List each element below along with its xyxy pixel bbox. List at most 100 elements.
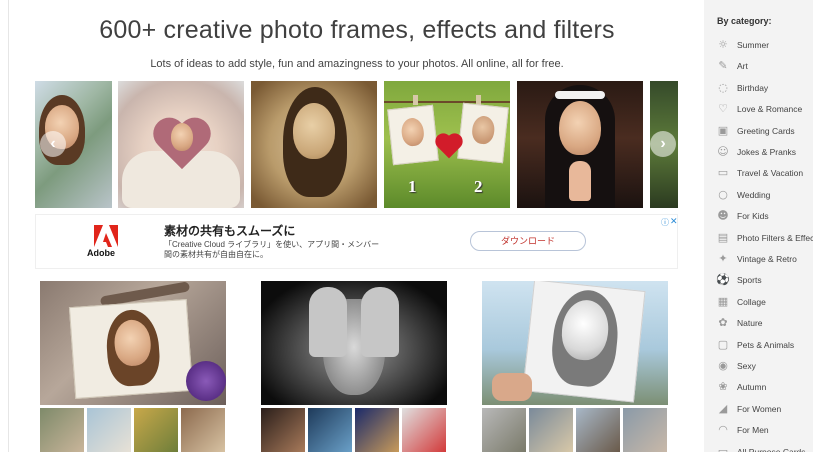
ad-close-icon[interactable]: ✕ [670, 216, 678, 227]
praying-hands [569, 161, 591, 201]
sidebar-item-for-men[interactable]: ◠ For Men [704, 420, 813, 440]
sidebar-item-summer[interactable]: ☼ Summer [704, 35, 813, 55]
photo-frame [68, 298, 194, 400]
portrait-face [400, 116, 426, 148]
photo-card-left [387, 104, 439, 166]
effect-card-hands[interactable] [261, 281, 447, 452]
ad-info-icon[interactable]: ⓘ [661, 217, 669, 228]
thumbnail[interactable] [402, 408, 446, 452]
carousel-slide-clothespin[interactable]: 1 2 [384, 81, 510, 208]
ball-icon: ⚽ [716, 273, 730, 287]
sidebar-item-sports[interactable]: ⚽ Sports [704, 270, 813, 290]
hand-shape [492, 373, 532, 401]
effect-card-sketch[interactable] [482, 281, 668, 452]
sidebar-item-label: Love & Romance [737, 104, 803, 115]
sidebar-item-nature[interactable]: ✿ Nature [704, 313, 813, 333]
sidebar-item-label: For Women [737, 403, 782, 414]
thumbnail[interactable] [308, 408, 352, 452]
sidebar-item-label: Travel & Vacation [737, 168, 804, 179]
main-content: 600+ creative photo frames, effects and … [0, 0, 700, 452]
ad-headline: 素材の共有もスムーズに [164, 224, 296, 238]
sidebar-item-label: Vintage & Retro [737, 254, 797, 264]
sidebar-item-sexy[interactable]: ◉ Sexy [704, 356, 813, 376]
sidebar-item-wedding[interactable]: ○ Wedding [704, 185, 813, 205]
sketch-paper [522, 281, 646, 403]
hand-right [361, 287, 399, 357]
thumbnail[interactable] [261, 408, 305, 452]
pet-icon: ▢ [717, 337, 729, 351]
sidebar-item-label: Summer [737, 40, 770, 50]
shoe-icon: ◢ [718, 401, 728, 415]
leaf-icon: ❀ [718, 380, 728, 394]
sidebar-item-label: For Men [737, 425, 769, 436]
thumbnail[interactable] [40, 408, 84, 452]
card-preview[interactable] [261, 281, 447, 405]
cards-icon: ▭ [717, 444, 729, 452]
kids-icon: ☻ [717, 209, 729, 223]
thumbnail[interactable] [623, 408, 667, 452]
adobe-logo-icon [94, 225, 118, 247]
slide-number-1: 1 [408, 177, 417, 196]
ad-banner[interactable]: Adobe 素材の共有もスムーズに 「Creative Cloud ライブラリ」… [35, 214, 678, 269]
sidebar-item-autumn[interactable]: ❀ Autumn [704, 377, 813, 397]
card-preview[interactable] [40, 281, 226, 405]
portrait-face [293, 103, 335, 159]
sidebar-item-for-women[interactable]: ◢ For Women [704, 399, 813, 419]
sidebar-item-love-romance[interactable]: ♡ Love & Romance [704, 99, 813, 119]
thumbnail[interactable] [355, 408, 399, 452]
carousel-slide-nun[interactable] [517, 81, 643, 208]
sidebar-item-art[interactable]: ✎ Art [704, 56, 813, 76]
brush-icon: ✎ [718, 59, 728, 73]
sidebar-item-travel-vacation[interactable]: ▭ Travel & Vacation [704, 163, 813, 183]
sidebar-item-birthday[interactable]: ◌ Birthday [704, 78, 813, 98]
card-icon: ▣ [717, 123, 729, 137]
sidebar-item-label: Autumn [737, 382, 767, 393]
sun-icon: ☼ [718, 38, 728, 51]
card-thumbnails [40, 408, 226, 452]
thumbnail[interactable] [529, 408, 573, 452]
sidebar-item-label: Art [737, 61, 748, 72]
sidebar-item-jokes-pranks[interactable]: ☺ Jokes & Pranks [704, 142, 813, 162]
chevron-left-icon: ‹ [50, 135, 56, 152]
thumbnail[interactable] [482, 408, 526, 452]
balloon-icon: ◌ [718, 80, 728, 94]
sidebar-item-label: Sexy [737, 361, 756, 371]
carousel-slide-heart-mittens[interactable] [118, 81, 244, 208]
collage-icon: ▦ [717, 294, 729, 308]
sidebar-item-photo-filters-effects[interactable]: ▤ Photo Filters & Effects [704, 228, 813, 248]
portrait-face [171, 123, 193, 151]
photo-card-right [457, 102, 509, 164]
ad-body-line2: 間の素材共有が自由自在に。 [164, 250, 268, 259]
sidebar-item-label: Nature [737, 318, 763, 329]
sidebar-item-label: For Kids [737, 211, 769, 222]
thumbnail[interactable] [181, 408, 225, 452]
card-preview[interactable] [482, 281, 668, 405]
vintage-icon: ✦ [718, 252, 728, 265]
hand-left [309, 287, 347, 357]
featured-carousel: 1 2 ‹ › [35, 81, 678, 208]
sidebar-item-label: Pets & Animals [737, 339, 795, 350]
carousel-prev-button[interactable]: ‹ [40, 131, 66, 157]
sidebar-item-pets-animals[interactable]: ▢ Pets & Animals [704, 335, 813, 355]
suitcase-icon: ▭ [717, 166, 729, 180]
sidebar-item-label: Jokes & Pranks [737, 147, 797, 157]
sidebar-item-label: Photo Filters & Effects [737, 232, 813, 243]
thumbnail[interactable] [576, 408, 620, 452]
sidebar-item-for-kids[interactable]: ☻ For Kids [704, 206, 813, 226]
page-title: 600+ creative photo frames, effects and … [99, 16, 615, 44]
thumbnail[interactable] [134, 408, 178, 452]
sidebar-item-all-purpose-cards[interactable]: ▭ All Purpose Cards [704, 442, 813, 452]
effect-card-frame[interactable] [40, 281, 226, 452]
page-subtitle: Lots of ideas to add style, fun and amaz… [150, 58, 564, 70]
string-line [384, 101, 510, 103]
sidebar-item-collage[interactable]: ▦ Collage [704, 292, 813, 312]
clip-icon [413, 95, 418, 105]
ad-download-button[interactable]: ダウンロード [470, 231, 586, 251]
thumbnail[interactable] [87, 408, 131, 452]
sidebar-item-vintage-retro[interactable]: ✦ Vintage & Retro [704, 249, 813, 269]
sidebar-item-label: Sports [737, 275, 762, 286]
sidebar-item-greeting-cards[interactable]: ▣ Greeting Cards [704, 121, 813, 141]
carousel-slide-vintage[interactable] [251, 81, 377, 208]
carousel-next-button[interactable]: › [650, 131, 676, 157]
sidebar-item-label: Wedding [737, 189, 771, 200]
